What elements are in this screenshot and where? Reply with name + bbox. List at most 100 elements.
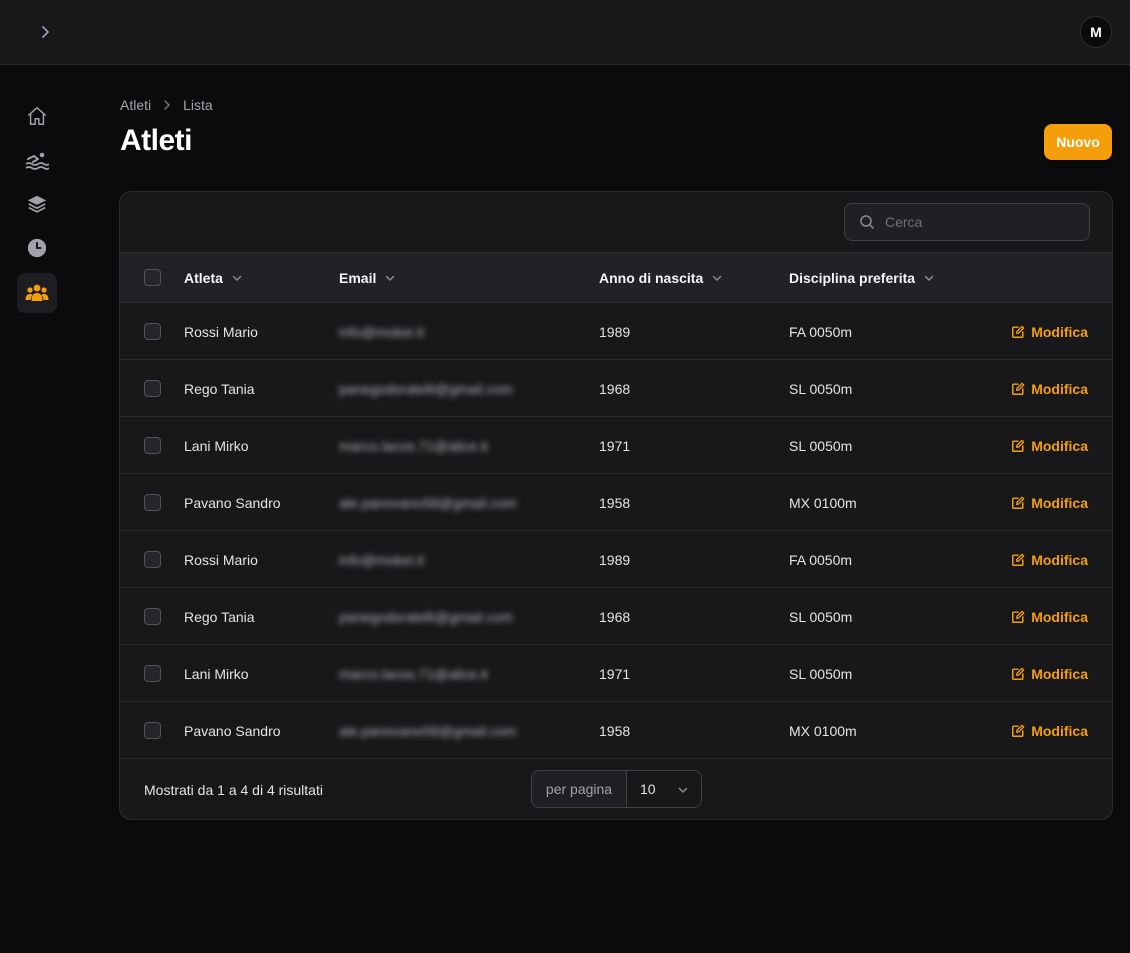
search-field[interactable] [844,203,1090,241]
sidebar-item-swimming[interactable] [17,140,57,180]
chevron-down-icon [711,272,723,284]
sidebar-item-home[interactable] [17,96,57,136]
chevron-down-icon [384,272,396,284]
edit-button[interactable]: Modifica [1011,417,1088,474]
search-input[interactable] [885,214,1075,230]
per-page-value: 10 [640,781,656,797]
sidebar-item-layers[interactable] [17,184,57,224]
select-all-checkbox[interactable] [144,269,161,286]
edit-icon [1012,382,1025,395]
edit-icon [1012,667,1025,680]
cell-email: marco.lacos.71@alice.it [339,665,488,682]
cell-birth-year: 1958 [599,494,631,511]
edit-button[interactable]: Modifica [1011,474,1088,531]
cell-birth-year: 1989 [599,323,631,340]
cell-email: ale.panovano58@gmail.com [339,494,517,511]
cell-athlete-name: Lani Mirko [184,665,249,682]
sidebar-item-clock[interactable] [17,228,57,268]
breadcrumb: Atleti Lista [120,97,213,113]
sidebar [0,66,74,953]
edit-icon [1012,496,1025,509]
edit-label: Modifica [1031,608,1088,625]
cell-athlete-name: Rossi Mario [184,551,258,568]
cell-discipline: FA 0050m [789,551,853,568]
home-icon [28,107,46,125]
edit-label: Modifica [1031,437,1088,454]
breadcrumb-parent-link[interactable]: Atleti [120,97,151,113]
per-page-dropdown[interactable]: 10 [627,771,701,807]
edit-button[interactable]: Modifica [1011,702,1088,759]
edit-button[interactable]: Modifica [1011,588,1088,645]
chevron-right-icon [161,99,173,111]
row-checkbox[interactable] [144,665,161,682]
per-page-label: per pagina [532,771,627,807]
row-checkbox[interactable] [144,551,161,568]
cell-discipline: SL 0050m [789,380,853,397]
row-checkbox[interactable] [144,437,161,454]
cell-birth-year: 1958 [599,722,631,739]
cell-email: panegodoratelli@gmail.com [339,380,513,397]
edit-button[interactable]: Modifica [1011,360,1088,417]
avatar[interactable]: M [1080,16,1112,48]
table-row: Rego Tania panegodoratelli@gmail.com 1968 S… [120,360,1112,417]
cell-email: ale.panovano58@gmail.com [339,722,517,739]
edit-icon [1012,610,1025,623]
table-row: Rego Tania panegodoratelli@gmail.com 1968 S… [120,588,1112,645]
table-row: Lani Mirko marco.lacos.71@alice.it 1971 SL … [120,645,1112,702]
cell-athlete-name: Lani Mirko [184,437,249,454]
cell-athlete-name: Rego Tania [184,608,255,625]
cell-athlete-name: Rossi Mario [184,323,258,340]
edit-icon [1012,724,1025,737]
edit-icon [1012,325,1025,338]
cell-birth-year: 1968 [599,380,631,397]
page-title: Atleti [120,124,193,157]
sidebar-item-athletes[interactable] [17,273,57,313]
search-icon [860,215,874,229]
table-row: Pavano Sandro ale.panovano58@gmail.com 195… [120,474,1112,531]
edit-label: Modifica [1031,665,1088,682]
layers-icon [27,195,47,213]
edit-label: Modifica [1031,722,1088,739]
users-icon [25,284,49,301]
chevron-right-icon [42,26,49,38]
athletes-table-card: Atleta Email Anno di nascita Disciplina … [119,191,1113,820]
table-row: Lani Mirko marco.lacos.71@alice.it 1971 SL … [120,417,1112,474]
cell-birth-year: 1968 [599,608,631,625]
chevron-down-icon [231,272,243,284]
cell-email: panegodoratelli@gmail.com [339,608,513,625]
edit-label: Modifica [1031,494,1088,511]
cell-athlete-name: Rego Tania [184,380,255,397]
table-row: Rossi Mario info@mokei.it 1989 FA 0050m Modi… [120,303,1112,360]
row-checkbox[interactable] [144,608,161,625]
edit-icon [1012,439,1025,452]
cell-email: info@mokei.it [339,323,425,340]
clock-icon [27,238,47,258]
column-header-athlete[interactable]: Atleta [184,253,243,303]
edit-label: Modifica [1031,380,1088,397]
row-checkbox[interactable] [144,323,161,340]
cell-email: info@mokei.it [339,551,425,568]
breadcrumb-current: Lista [183,97,213,113]
edit-button[interactable]: Modifica [1011,531,1088,588]
chevron-down-icon [923,272,935,284]
table-toolbar [120,192,1112,253]
top-bar: M [0,0,1130,65]
table-row: Rossi Mario info@mokei.it 1989 FA 0050m Modi… [120,531,1112,588]
row-checkbox[interactable] [144,494,161,511]
row-checkbox[interactable] [144,722,161,739]
edit-label: Modifica [1031,323,1088,340]
edit-button[interactable]: Modifica [1011,645,1088,702]
cell-athlete-name: Pavano Sandro [184,722,281,739]
column-header-discipline[interactable]: Disciplina preferita [789,253,935,303]
new-athlete-button[interactable]: Nuovo [1044,124,1112,160]
edit-button[interactable]: Modifica [1011,303,1088,360]
cell-email: marco.lacos.71@alice.it [339,437,488,454]
column-header-email[interactable]: Email [339,253,396,303]
row-checkbox[interactable] [144,380,161,397]
column-header-birth-year[interactable]: Anno di nascita [599,253,723,303]
cell-discipline: FA 0050m [789,323,853,340]
per-page-select[interactable]: per pagina 10 [531,770,702,808]
cell-birth-year: 1971 [599,665,631,682]
cell-birth-year: 1971 [599,437,631,454]
sidebar-toggle-button[interactable] [30,17,60,47]
